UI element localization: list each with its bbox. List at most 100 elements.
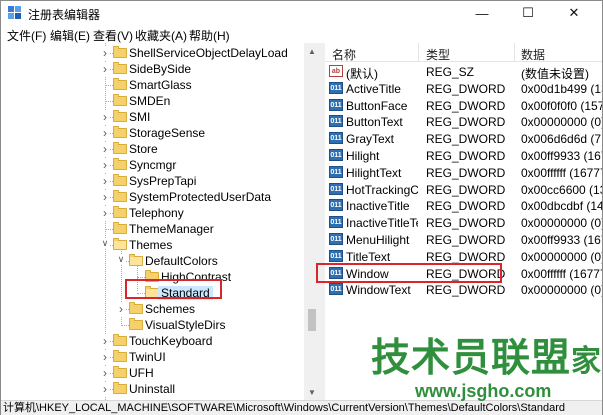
- tree-item[interactable]: › StorageSense: [1, 125, 301, 141]
- title-bar[interactable]: 注册表编辑器 — ☐ ✕: [1, 1, 602, 25]
- value-type: REG_DWORD: [426, 98, 506, 113]
- chevron-right-icon[interactable]: ›: [100, 142, 110, 156]
- value-row[interactable]: 011 HilightText REG_DWORD 0x00ffffff (16777: [325, 164, 602, 181]
- chevron-right-icon[interactable]: ›: [100, 190, 110, 204]
- tree-item[interactable]: › ShellServiceObjectDelayLoad: [1, 45, 301, 61]
- value-data: 0x00ff9933 (1675: [521, 233, 602, 247]
- chevron-right-icon[interactable]: ›: [116, 302, 126, 316]
- chevron-down-icon[interactable]: ∨: [100, 238, 110, 249]
- value-data: 0x00000000 (0): [521, 283, 602, 298]
- value-row[interactable]: 011ButtonFace REG_DWORD 0x00f0f0f0 (1579: [325, 97, 602, 114]
- chevron-right-icon[interactable]: ›: [100, 366, 110, 380]
- tree-item[interactable]: › Syncmgr: [1, 157, 301, 173]
- tree-item-label: Syncmgr: [129, 158, 177, 172]
- tree-item[interactable]: › Telephony: [1, 205, 301, 221]
- chevron-down-icon[interactable]: ∨: [116, 254, 126, 265]
- column-header-data[interactable]: 数据: [521, 46, 545, 63]
- watermark-brand: 技术员联盟家: [371, 337, 603, 380]
- chevron-right-icon[interactable]: ›: [100, 382, 110, 396]
- tree-item[interactable]: VisualStyleDirs: [1, 317, 301, 333]
- value-name: ButtonText: [346, 115, 403, 130]
- folder-icon: [113, 366, 129, 378]
- tree-scrollbar-thumb[interactable]: [308, 309, 316, 331]
- tree-item-label: ShellServiceObjectDelayLoad: [129, 46, 288, 60]
- tree-item[interactable]: › Store: [1, 141, 301, 157]
- tree-item[interactable]: ∨ Themes: [1, 237, 301, 253]
- folder-icon: [113, 206, 129, 218]
- folder-icon: [113, 174, 129, 186]
- minimize-button[interactable]: —: [459, 1, 505, 25]
- value-row[interactable]: 011 InactiveTitle REG_DWORD 0x00dbcdbf (144: [325, 197, 602, 214]
- tree-item[interactable]: › UFH: [1, 365, 301, 381]
- value-type: REG_DWORD: [426, 81, 506, 96]
- menu-edit[interactable]: 编辑(E): [50, 27, 90, 44]
- tree-item-label: SystemProtectedUserData: [129, 190, 272, 204]
- key-tree[interactable]: › ShellServiceObjectDelayLoad › SideBySide S…: [1, 43, 320, 400]
- menu-view[interactable]: 查看(V): [93, 27, 133, 44]
- value-row[interactable]: 011GrayText REG_DWORD 0x006d6d6d (717: [325, 130, 602, 147]
- menu-favorites[interactable]: 收藏夹(A): [135, 27, 187, 44]
- value-type: REG_DWORD: [426, 249, 506, 264]
- tree-item[interactable]: SmartGlass: [1, 77, 301, 93]
- tree-scrollbar[interactable]: ▲ ▼: [304, 43, 320, 400]
- values-header: 名称 类型 数据: [325, 43, 602, 62]
- value-name: TitleText: [346, 249, 391, 264]
- tree-item[interactable]: › SysPrepTapi: [1, 173, 301, 189]
- close-button[interactable]: ✕: [551, 1, 597, 25]
- value-type: REG_DWORD: [426, 283, 506, 298]
- chevron-right-icon[interactable]: ›: [100, 126, 110, 140]
- chevron-right-icon[interactable]: ›: [100, 334, 110, 348]
- chevron-right-icon[interactable]: ›: [100, 110, 110, 124]
- value-row[interactable]: 011InactiveTitleText REG_DWORD 0x00000000 …: [325, 214, 602, 231]
- value-row[interactable]: 011Hilight REG_DWORD 0x00ff9933 (1675: [325, 147, 602, 164]
- value-row[interactable]: 011MenuHilight REG_DWORD 0x00ff9933 (1675: [325, 231, 602, 248]
- tree-item-label: ThemeManager: [129, 222, 214, 236]
- menu-bar: 文件(F) 编辑(E) 查看(V) 收藏夹(A) 帮助(H): [1, 25, 602, 43]
- tree-item[interactable]: ∨ DefaultColors: [1, 253, 301, 269]
- scroll-down-arrow-icon[interactable]: ▼: [304, 384, 320, 400]
- value-row[interactable]: 011 WindowText REG_DWORD 0x00000000 (0): [325, 281, 602, 298]
- chevron-right-icon[interactable]: ›: [100, 158, 110, 172]
- value-data: 0x00dbcdbf (144: [521, 199, 602, 214]
- folder-icon: [113, 110, 129, 122]
- tree-item[interactable]: › SideBySide: [1, 61, 301, 77]
- column-header-name[interactable]: 名称: [332, 46, 356, 63]
- tree-item[interactable]: › SystemProtectedUserData: [1, 189, 301, 205]
- folder-icon: [113, 78, 129, 90]
- tree-item[interactable]: › Schemes: [1, 301, 301, 317]
- tree-item[interactable]: SMDEn: [1, 93, 301, 109]
- value-name: InactiveTitleText: [346, 216, 418, 231]
- chevron-right-icon[interactable]: ›: [100, 206, 110, 220]
- tree-guide-line: [105, 229, 113, 230]
- value-data: 0x00f0f0f0 (1579: [521, 98, 602, 113]
- tree-item-label: TouchKeyboard: [129, 334, 213, 348]
- tree-item[interactable]: › SMI: [1, 109, 301, 125]
- tree-item[interactable]: ThemeManager: [1, 221, 301, 237]
- scroll-up-arrow-icon[interactable]: ▲: [304, 43, 320, 59]
- menu-file[interactable]: 文件(F): [7, 27, 46, 44]
- chevron-right-icon[interactable]: ›: [100, 62, 110, 76]
- value-row[interactable]: 011HotTrackingC... REG_DWORD 0x00cc6600 (1…: [325, 181, 602, 198]
- tree-guide-line: [137, 277, 145, 278]
- chevron-right-icon[interactable]: ›: [100, 46, 110, 60]
- value-name: ActiveTitle: [346, 81, 401, 96]
- menu-help[interactable]: 帮助(H): [189, 27, 230, 44]
- chevron-right-icon[interactable]: ›: [100, 174, 110, 188]
- tree-item[interactable]: › TwinUI: [1, 349, 301, 365]
- folder-icon: [113, 158, 129, 170]
- value-name: InactiveTitle: [346, 199, 410, 214]
- chevron-right-icon[interactable]: ›: [100, 350, 110, 364]
- value-row[interactable]: 011 ButtonText REG_DWORD 0x00000000 (0): [325, 113, 602, 130]
- value-row[interactable]: ab (默认) REG_SZ (数值未设置): [325, 63, 602, 81]
- column-divider[interactable]: [418, 43, 419, 62]
- folder-icon: [113, 46, 129, 58]
- column-divider[interactable]: [514, 43, 515, 62]
- tree-item-label: SmartGlass: [129, 78, 192, 92]
- column-header-type[interactable]: 类型: [426, 46, 450, 63]
- tree-item[interactable]: › TouchKeyboard: [1, 333, 301, 349]
- tree-item[interactable]: › Uninstall: [1, 381, 301, 397]
- value-row[interactable]: 011ActiveTitle REG_DWORD 0x00d1b499 (137: [325, 80, 602, 97]
- folder-icon: [113, 334, 129, 346]
- tree-item-label: Uninstall: [129, 382, 176, 396]
- maximize-button[interactable]: ☐: [505, 1, 551, 25]
